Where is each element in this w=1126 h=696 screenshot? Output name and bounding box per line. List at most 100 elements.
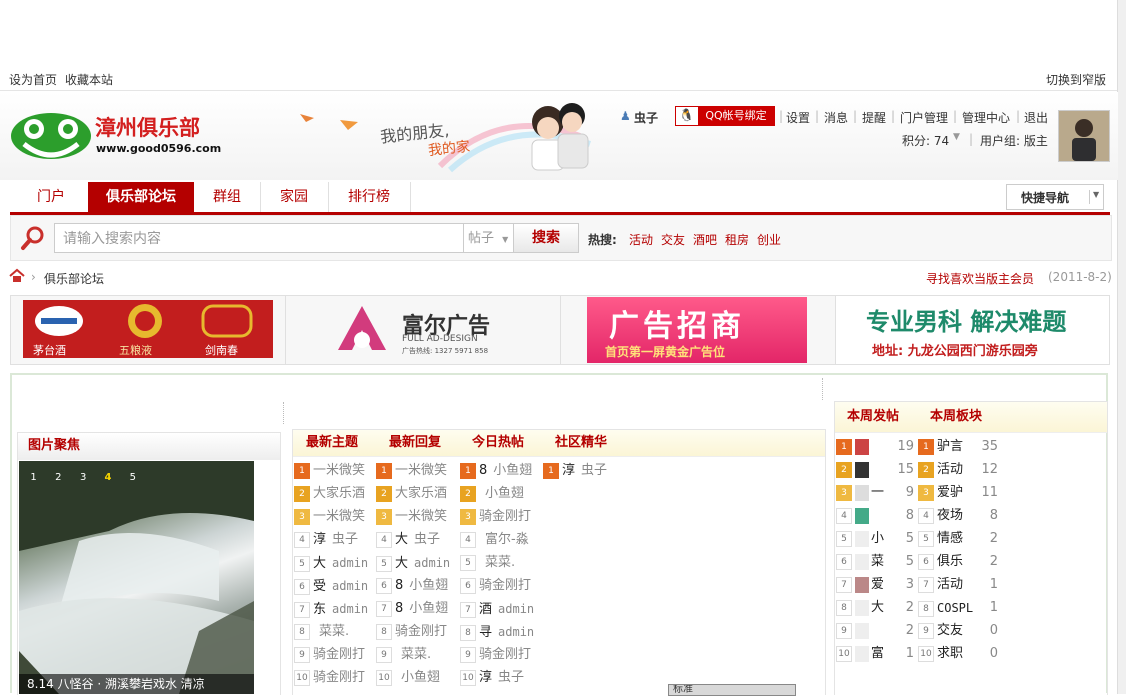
thread-author[interactable]: 虫子 bbox=[414, 532, 440, 547]
board-row[interactable]: 5 情感 2 bbox=[918, 528, 1000, 550]
portal-admin-link[interactable]: 门户管理 bbox=[900, 109, 948, 126]
poster-row[interactable]: 10 富 1 bbox=[836, 643, 914, 665]
thread-author[interactable]: 虫子 bbox=[498, 670, 524, 685]
thread-author[interactable]: admin bbox=[414, 556, 450, 570]
avatar[interactable] bbox=[855, 507, 869, 524]
avatar[interactable] bbox=[1058, 110, 1110, 162]
avatar[interactable] bbox=[855, 438, 869, 455]
poster-row[interactable]: 8 大2 bbox=[836, 597, 914, 619]
nav-ranking[interactable]: 排行榜 bbox=[328, 182, 411, 212]
thread-title[interactable]: 大家乐酒 bbox=[395, 486, 447, 501]
thread-row[interactable]: 2 大家乐酒 bbox=[294, 483, 365, 505]
thread-title[interactable]: 一米微笑 bbox=[395, 463, 447, 478]
thread-title[interactable]: 骑金刚打 bbox=[313, 647, 365, 662]
thread-row[interactable]: 5 大 admin bbox=[376, 552, 450, 574]
set-home-link[interactable]: 设为首页 bbox=[9, 71, 57, 88]
thread-title[interactable]: 淳 bbox=[479, 670, 492, 685]
thread-row[interactable]: 6 骑金刚打 bbox=[460, 575, 531, 597]
board-row[interactable]: 10 求职 0 bbox=[918, 643, 1000, 665]
board-name[interactable]: 夜场 bbox=[937, 508, 963, 523]
board-row[interactable]: 1 驴言 35 bbox=[918, 436, 1000, 458]
board-name[interactable]: 驴言 bbox=[937, 439, 963, 454]
thread-title[interactable]: 淳 bbox=[562, 463, 575, 478]
poster-name[interactable]: 爱 bbox=[871, 574, 891, 596]
nav-forum[interactable]: 俱乐部论坛 bbox=[88, 182, 194, 212]
tab-featured[interactable]: 社区精华 bbox=[555, 430, 607, 456]
ad-slot-4[interactable]: 专业男科 解决难题 地址: 九龙公园西门游乐园旁 bbox=[835, 295, 1110, 365]
thread-title[interactable]: 8 bbox=[479, 463, 487, 478]
thread-title[interactable]: 大家乐酒 bbox=[313, 486, 365, 501]
thread-author[interactable]: admin bbox=[332, 602, 368, 616]
poster-name[interactable]: 小 bbox=[871, 528, 891, 550]
nav-groups[interactable]: 群组 bbox=[194, 182, 261, 212]
poster-name[interactable]: 富 bbox=[871, 643, 891, 665]
thread-author[interactable]: admin bbox=[498, 625, 534, 639]
hot-search-link[interactable]: 交友 bbox=[661, 231, 685, 248]
board-row[interactable]: 4 夜场 8 bbox=[918, 505, 1000, 527]
avatar[interactable] bbox=[855, 576, 869, 593]
thread-title[interactable]: 受 bbox=[313, 579, 326, 594]
thread-author[interactable]: 虫子 bbox=[581, 463, 607, 478]
thread-row[interactable]: 1 8 小鱼翅 bbox=[460, 460, 532, 482]
thread-row[interactable]: 3 骑金刚打 bbox=[460, 506, 531, 528]
search-button[interactable]: 搜索 bbox=[513, 223, 579, 253]
thread-row[interactable]: 4 富尔-淼 bbox=[460, 529, 529, 551]
settings-link[interactable]: 设置 bbox=[786, 109, 810, 126]
thread-title[interactable]: 8 bbox=[395, 601, 403, 616]
admin-center-link[interactable]: 管理中心 bbox=[962, 109, 1010, 126]
nav-home[interactable]: 家园 bbox=[260, 182, 329, 212]
home-icon[interactable] bbox=[9, 268, 25, 284]
board-name[interactable]: 求职 bbox=[937, 646, 963, 661]
search-input[interactable]: 请输入搜索内容 bbox=[54, 223, 464, 253]
thread-row[interactable]: 7 酒 admin bbox=[460, 598, 534, 620]
photo-page-button-active[interactable]: 4 bbox=[97, 472, 118, 483]
thread-author[interactable]: 小鱼翅 bbox=[401, 670, 440, 685]
thread-title[interactable]: 东 bbox=[313, 602, 326, 617]
switch-width-link[interactable]: 切换到窄版 bbox=[1046, 71, 1106, 88]
avatar[interactable] bbox=[855, 530, 869, 547]
board-name[interactable]: 爱驴 bbox=[937, 485, 963, 500]
tab-latest-replies[interactable]: 最新回复 bbox=[389, 430, 441, 456]
thread-row[interactable]: 2 大家乐酒 bbox=[376, 483, 447, 505]
board-name[interactable]: 俱乐 bbox=[937, 554, 963, 569]
search-type-select[interactable]: 帖子 ▼ bbox=[464, 223, 514, 253]
ad-slot-2[interactable]: 富尔广告 FULL AD-DESIGN 广告热线: 1327 5971 858 bbox=[285, 295, 561, 365]
thread-author[interactable]: 菜菜. bbox=[319, 624, 349, 639]
hot-search-link[interactable]: 创业 bbox=[757, 231, 781, 248]
thread-author[interactable]: admin bbox=[498, 602, 534, 616]
hot-search-link[interactable]: 活动 bbox=[629, 231, 653, 248]
poster-row[interactable]: 7 爱3 bbox=[836, 574, 914, 596]
poster-row[interactable]: 5小5 bbox=[836, 528, 914, 550]
thread-author[interactable]: 小鱼翅 bbox=[485, 486, 524, 501]
thread-row[interactable]: 5 大 admin bbox=[294, 552, 368, 574]
focus-photo[interactable]: 1 2 3 4 5 bbox=[19, 461, 254, 694]
board-row[interactable]: 8 COSPL 1 bbox=[918, 597, 1000, 619]
thread-title[interactable]: 8 bbox=[395, 578, 403, 593]
thread-author[interactable]: 菜菜. bbox=[401, 647, 431, 662]
thread-title[interactable]: 骑金刚打 bbox=[479, 578, 531, 593]
poster-name[interactable]: 大 bbox=[871, 597, 891, 619]
photo-page-button[interactable]: 1 bbox=[23, 472, 44, 483]
thread-row[interactable]: 8 骑金刚打 bbox=[376, 621, 447, 643]
thread-title[interactable]: 骑金刚打 bbox=[395, 624, 447, 639]
poster-row[interactable]: 2 15 bbox=[836, 459, 914, 481]
breadcrumb[interactable]: 俱乐部论坛 bbox=[44, 270, 104, 287]
points-dropdown[interactable]: 积分: 74 bbox=[902, 132, 949, 149]
avatar[interactable] bbox=[855, 645, 869, 662]
thread-row[interactable]: 1 一米微笑 bbox=[294, 460, 365, 482]
thread-title[interactable]: 大 bbox=[395, 556, 408, 571]
poster-row[interactable]: 92 bbox=[836, 620, 914, 642]
thread-row[interactable]: 6 8 小鱼翅 bbox=[376, 575, 448, 597]
avatar[interactable] bbox=[855, 484, 869, 501]
thread-title[interactable]: 骑金刚打 bbox=[479, 509, 531, 524]
thread-row[interactable]: 10 小鱼翅 bbox=[376, 667, 440, 689]
thread-row[interactable]: 7 8 小鱼翅 bbox=[376, 598, 448, 620]
poster-name[interactable]: 一 bbox=[871, 482, 891, 504]
thread-title[interactable]: 酒 bbox=[479, 602, 492, 617]
ad-slot-1[interactable]: 茅台酒 五粮液 剑南春 bbox=[10, 295, 286, 365]
avatar[interactable] bbox=[855, 622, 869, 639]
messages-link[interactable]: 消息 bbox=[824, 109, 848, 126]
photo-page-button[interactable]: 3 bbox=[73, 472, 94, 483]
photo-page-button[interactable]: 5 bbox=[122, 472, 143, 483]
thread-row[interactable]: 8 寻 admin bbox=[460, 621, 534, 643]
